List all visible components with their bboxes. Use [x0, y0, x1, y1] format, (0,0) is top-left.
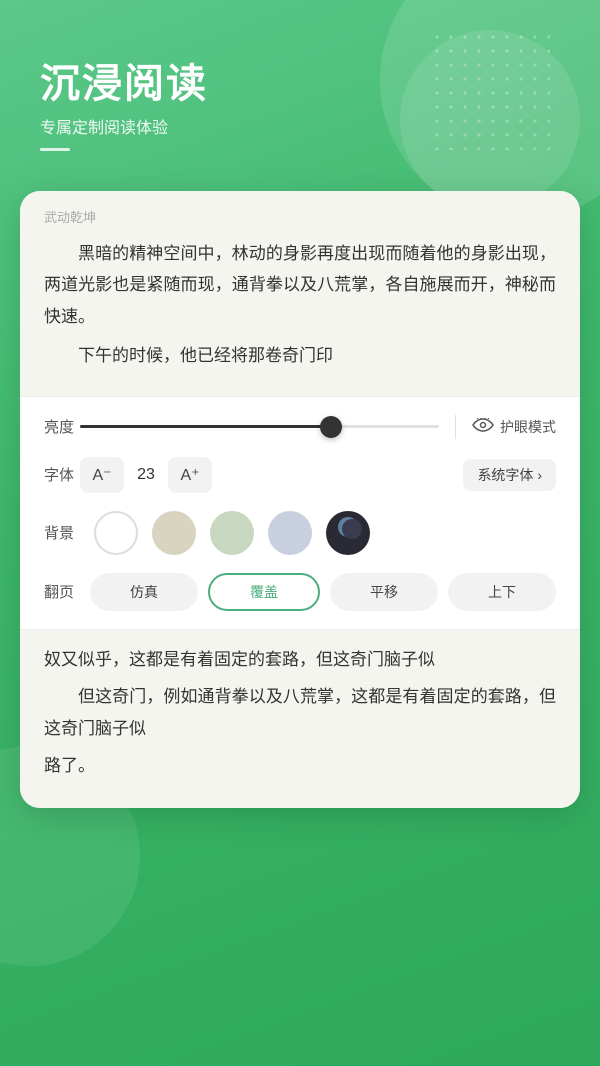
reading-bottom-paragraph-3: 路了。 — [44, 750, 556, 781]
pageturn-row: 翻页 仿真 覆盖 平移 上下 — [44, 573, 556, 611]
slider-fill — [80, 425, 331, 428]
pageturn-label: 翻页 — [44, 581, 80, 602]
bg-option-dark[interactable] — [326, 511, 370, 555]
reading-bottom-paragraph-1: 奴又似乎，这都是有着固定的套路，但这奇门脑子似 — [44, 644, 556, 675]
reading-paragraph-1: 黑暗的精神空间中，林动的身影再度出现而随着他的身影出现，两道光影也是紧随而现，通… — [44, 238, 556, 332]
reading-area-top: 武动乾坤 黑暗的精神空间中，林动的身影再度出现而随着他的身影出现，两道光影也是紧… — [20, 191, 580, 396]
eye-icon — [472, 416, 494, 437]
bg-label: 背景 — [44, 522, 80, 543]
reading-area-bottom: 奴又似乎，这都是有着固定的套路，但这奇门脑子似 但这奇门，例如通背拳以及八荒掌，… — [20, 629, 580, 808]
main-card: 武动乾坤 黑暗的精神空间中，林动的身影再度出现而随着他的身影出现，两道光影也是紧… — [20, 191, 580, 808]
reading-text-main: 黑暗的精神空间中，林动的身影再度出现而随着他的身影出现，两道光影也是紧随而现，通… — [44, 238, 556, 372]
eye-mode-control[interactable]: 护眼模式 — [472, 416, 556, 437]
font-type-button[interactable]: 系统字体 › — [463, 459, 556, 491]
font-size-display: 23 — [134, 466, 158, 484]
font-label: 字体 — [44, 464, 80, 485]
font-decrease-button[interactable]: A⁻ — [80, 457, 124, 493]
eye-mode-label: 护眼模式 — [500, 417, 556, 437]
slider-thumb[interactable] — [320, 416, 342, 438]
title-underline — [40, 148, 70, 151]
header: 沉浸阅读 专属定制阅读体验 — [0, 0, 600, 181]
bg-option-blue[interactable] — [268, 511, 312, 555]
pageturn-option-simulated[interactable]: 仿真 — [90, 573, 198, 611]
bg-option-white[interactable] — [94, 511, 138, 555]
slider-track[interactable] — [80, 425, 439, 428]
font-increase-button[interactable]: A⁺ — [168, 457, 212, 493]
reading-fade — [20, 366, 580, 396]
background-row: 背景 — [44, 511, 556, 555]
pageturn-option-cover[interactable]: 覆盖 — [208, 573, 320, 611]
reading-bottom-paragraph-2: 但这奇门，例如通背拳以及八荒掌，这都是有着固定的套路，但这奇门脑子似 — [44, 681, 556, 744]
divider — [455, 415, 456, 439]
bg-option-beige[interactable] — [152, 511, 196, 555]
brightness-row: 亮度 — [44, 415, 556, 439]
book-title: 武动乾坤 — [44, 207, 556, 226]
brightness-label: 亮度 — [44, 416, 80, 437]
pageturn-option-vertical[interactable]: 上下 — [448, 573, 556, 611]
pageturn-option-slide[interactable]: 平移 — [330, 573, 438, 611]
font-controls: A⁻ 23 A⁺ 系统字体 › — [80, 457, 556, 493]
brightness-slider-wrap[interactable] — [80, 425, 439, 428]
moon-icon — [342, 519, 362, 539]
control-panel: 亮度 — [20, 396, 580, 629]
page-title: 沉浸阅读 — [40, 60, 560, 108]
page-subtitle: 专属定制阅读体验 — [40, 114, 560, 138]
font-row: 字体 A⁻ 23 A⁺ 系统字体 › — [44, 457, 556, 493]
bg-option-green[interactable] — [210, 511, 254, 555]
reading-text-bottom: 奴又似乎，这都是有着固定的套路，但这奇门脑子似 但这奇门，例如通背拳以及八荒掌，… — [44, 644, 556, 782]
